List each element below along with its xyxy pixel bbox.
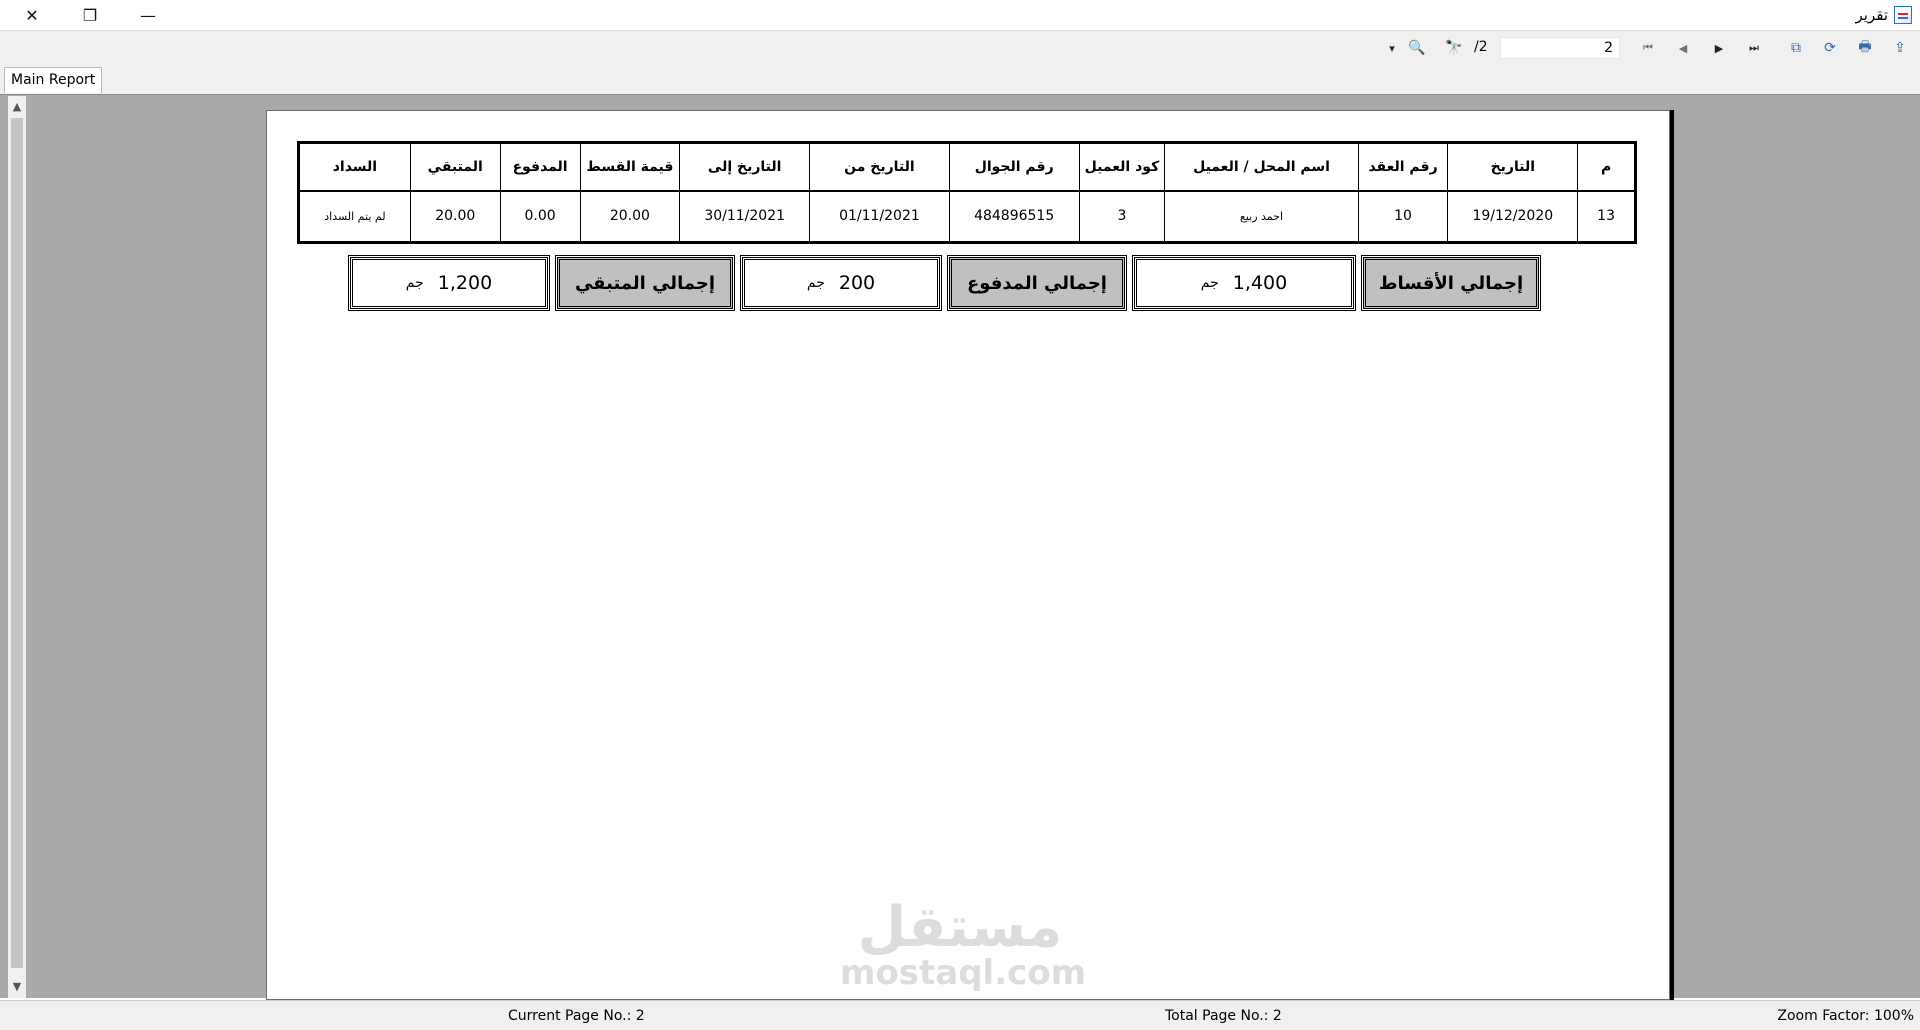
total-remaining-value: جم 1,200: [348, 255, 550, 311]
zoom-icon[interactable]: 🔍: [1406, 37, 1428, 59]
export-icon[interactable]: ⇪: [1889, 37, 1911, 59]
column-header: التاريخ إلى: [679, 142, 811, 191]
report-icon: [1894, 6, 1912, 24]
scroll-up-icon[interactable]: ▲: [8, 98, 26, 116]
column-header: السداد: [298, 142, 411, 191]
total-paid-amount: 200: [838, 272, 876, 294]
currency-label: جم: [806, 275, 825, 291]
currency-label: جم: [1200, 275, 1219, 291]
print-icon[interactable]: 🖶: [1854, 37, 1876, 59]
window-title-text: تقرير: [1855, 6, 1889, 24]
table-cell: 20.00: [409, 189, 501, 243]
first-page-icon[interactable]: ⏮: [1637, 37, 1659, 59]
table-cell: 10: [1357, 189, 1449, 243]
column-header: التاريخ: [1447, 142, 1579, 191]
table-cell: 0.00: [499, 189, 581, 243]
refresh-icon[interactable]: ⟳: [1819, 37, 1841, 59]
total-installments-label: إجمالي الأقساط: [1361, 255, 1541, 311]
currency-label: جم: [405, 275, 424, 291]
totals-row: إجمالي الأقساط جم 1,400 إجمالي المدفوع ج…: [348, 255, 1541, 311]
next-page-icon[interactable]: ▶: [1708, 37, 1730, 59]
close-icon: ✕: [25, 5, 39, 25]
tab-strip: Main Report: [0, 64, 1920, 94]
column-header: رقم العقد: [1357, 142, 1449, 191]
total-paid-value: جم 200: [740, 255, 942, 311]
table-cell: لم يتم السداد: [298, 189, 411, 243]
maximize-icon: ❐: [82, 5, 98, 25]
scroll-down-icon[interactable]: ▼: [8, 978, 26, 996]
total-installments-value: جم 1,400: [1132, 255, 1356, 311]
minimize-icon: —: [140, 5, 156, 25]
table-cell: 01/11/2021: [809, 189, 950, 243]
column-header: رقم الجوال: [948, 142, 1080, 191]
maximize-button[interactable]: ❐: [62, 0, 118, 30]
table-cell: 20.00: [579, 189, 681, 243]
column-header: كود العميل: [1078, 142, 1166, 191]
table-cell: 30/11/2021: [679, 189, 811, 243]
zoom-factor-status: Zoom Factor: 100%: [1777, 1008, 1914, 1024]
page-number-input[interactable]: 2: [1500, 37, 1620, 59]
total-remaining-amount: 1,200: [437, 272, 493, 294]
column-header: م: [1577, 142, 1636, 191]
toolbar: ▾ 🔍 🔭 /2 2 ⏮ ◀ ▶ ⏭ ⧉ ⟳ 🖶 ⇪: [0, 30, 1920, 64]
minimize-button[interactable]: —: [120, 0, 176, 30]
column-header: المدفوع: [499, 142, 581, 191]
total-pages-status: Total Page No.: 2: [1165, 1008, 1282, 1024]
table-cell: 484896515: [948, 189, 1080, 243]
zoom-dropdown-icon[interactable]: ▾: [1384, 37, 1400, 59]
copy-icon[interactable]: ⧉: [1785, 37, 1807, 59]
column-header: التاريخ من: [809, 142, 950, 191]
column-header: المتبقي: [409, 142, 501, 191]
table-header-row: م التاريخ رقم العقد اسم المحل / العميل ك…: [298, 142, 1636, 191]
table-cell: 13: [1577, 189, 1636, 243]
current-page-status: Current Page No.: 2: [508, 1008, 645, 1024]
total-remaining-label: إجمالي المتبقي: [555, 255, 735, 311]
total-paid-label: إجمالي المدفوع: [947, 255, 1127, 311]
find-icon[interactable]: 🔭: [1443, 37, 1465, 59]
table-row: 13 19/12/2020 10 احمد ربيع 3 484896515 0…: [298, 189, 1636, 243]
vertical-scrollbar[interactable]: ▲ ▼: [8, 96, 26, 998]
report-table: م التاريخ رقم العقد اسم المحل / العميل ك…: [297, 141, 1637, 244]
total-installments-amount: 1,400: [1232, 272, 1288, 294]
page-total-label: /2: [1474, 39, 1488, 55]
previous-page-icon[interactable]: ◀: [1672, 37, 1694, 59]
scroll-thumb[interactable]: [11, 118, 23, 968]
title-bar: ✕ ❐ — تقرير: [0, 0, 1920, 30]
last-page-icon[interactable]: ⏭: [1743, 37, 1765, 59]
column-header: اسم المحل / العميل: [1164, 142, 1359, 191]
column-header: قيمة القسط: [579, 142, 681, 191]
table-cell: 19/12/2020: [1447, 189, 1579, 243]
tab-main-report[interactable]: Main Report: [4, 67, 103, 93]
table-cell: احمد ربيع: [1164, 189, 1359, 243]
status-bar: Current Page No.: 2 Total Page No.: 2 Zo…: [0, 1000, 1920, 1030]
report-page: م التاريخ رقم العقد اسم المحل / العميل ك…: [266, 110, 1670, 1000]
window-title: تقرير: [1855, 6, 1912, 24]
table-cell: 3: [1078, 189, 1166, 243]
close-button[interactable]: ✕: [4, 0, 60, 30]
